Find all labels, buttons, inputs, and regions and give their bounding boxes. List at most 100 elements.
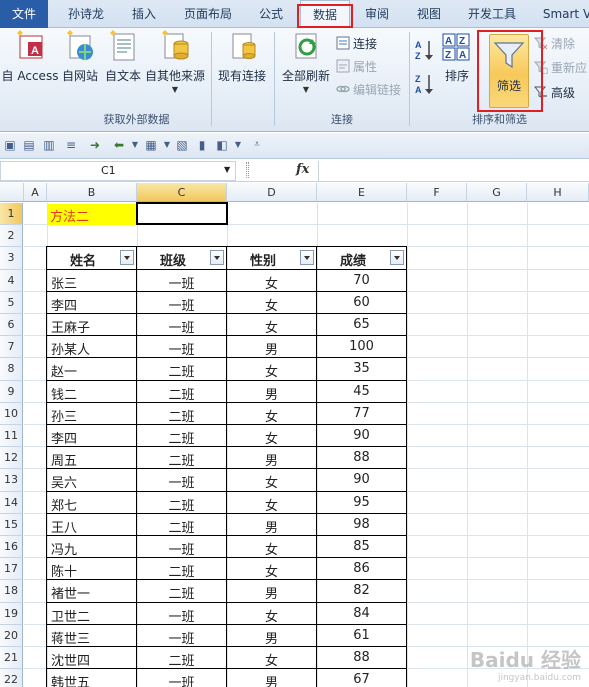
table-cell[interactable]: 二班 — [137, 450, 226, 469]
table-cell[interactable]: 67 — [317, 672, 406, 687]
row-header[interactable]: 19 — [0, 602, 23, 625]
row-header[interactable]: 18 — [0, 580, 23, 603]
table-cell[interactable]: 蒋世三 — [47, 628, 136, 647]
table-cell[interactable]: 冯九 — [47, 539, 136, 558]
table-cell[interactable]: 女 — [227, 561, 316, 580]
table-cell[interactable]: 周五 — [47, 450, 136, 469]
from-other-sources-button[interactable]: 自其他来源 ▼ — [144, 30, 206, 94]
row-header[interactable]: 16 — [0, 536, 23, 559]
table-cell[interactable]: 95 — [317, 495, 406, 510]
table-cell[interactable]: 女 — [227, 495, 316, 514]
table-cell[interactable]: 一班 — [137, 628, 226, 647]
table-cell[interactable]: 男 — [227, 672, 316, 687]
tab-user[interactable]: 孙诗龙 — [58, 0, 114, 28]
table-cell[interactable]: 一班 — [137, 606, 226, 625]
table-cell[interactable]: 女 — [227, 361, 316, 380]
row-header[interactable]: 8 — [0, 358, 23, 381]
table-cell[interactable]: 张三 — [47, 273, 136, 292]
filter-button[interactable]: 筛选 — [489, 34, 529, 108]
filter-dropdown-button[interactable] — [300, 250, 314, 266]
row-header[interactable]: 12 — [0, 447, 23, 470]
formula-input[interactable] — [318, 161, 589, 181]
table-cell[interactable]: 女 — [227, 295, 316, 314]
insert-function-icon[interactable]: fx — [296, 162, 309, 177]
chevron-down-icon[interactable]: ▼ — [224, 165, 230, 174]
table-cell[interactable]: 70 — [317, 273, 406, 288]
select-all-corner[interactable] — [0, 183, 24, 202]
paste-icon[interactable]: ▣ — [3, 138, 17, 152]
table-cell[interactable]: 二班 — [137, 406, 226, 425]
filter-dropdown-button[interactable] — [210, 250, 224, 266]
table-cell[interactable]: 男 — [227, 517, 316, 536]
row-header[interactable]: 9 — [0, 380, 23, 403]
table-cell[interactable]: 韩世五 — [47, 672, 136, 687]
table-cell[interactable]: 赵一 — [47, 361, 136, 380]
column-header-f[interactable]: F — [407, 183, 467, 202]
table-cell[interactable]: 61 — [317, 628, 406, 643]
table-cell[interactable]: 一班 — [137, 317, 226, 336]
table-cell[interactable]: 二班 — [137, 495, 226, 514]
table-cell[interactable]: 女 — [227, 317, 316, 336]
row-header[interactable]: 6 — [0, 314, 23, 337]
table-cell[interactable]: 二班 — [137, 428, 226, 447]
table-cell[interactable]: 90 — [317, 472, 406, 487]
table-cell[interactable]: 82 — [317, 583, 406, 598]
row-header[interactable]: 17 — [0, 558, 23, 581]
name-box[interactable]: C1 — [0, 161, 236, 181]
column-header-g[interactable]: G — [467, 183, 527, 202]
column-header-d[interactable]: D — [227, 183, 317, 202]
table-cell[interactable]: 88 — [317, 450, 406, 465]
table-cell[interactable]: 88 — [317, 650, 406, 665]
column-header-a[interactable]: A — [24, 183, 47, 202]
table-cell[interactable]: 二班 — [137, 517, 226, 536]
tab-smart-view[interactable]: Smart V — [537, 0, 589, 28]
table-cell[interactable]: 男 — [227, 583, 316, 602]
from-text-button[interactable]: 自文本 — [101, 30, 145, 84]
clear-filter-button[interactable]: 清除 — [533, 34, 575, 54]
cell-b1[interactable]: 方法二 — [50, 206, 89, 225]
table-cell[interactable]: 陈十 — [47, 561, 136, 580]
row-header[interactable]: 1 — [0, 203, 23, 226]
paste-special-icon[interactable]: ▤ — [22, 138, 36, 152]
sort-descending-button[interactable]: ZA — [414, 72, 436, 96]
advanced-filter-button[interactable]: 高级 — [533, 83, 575, 103]
row-header[interactable]: 3 — [0, 247, 23, 270]
tab-file[interactable]: 文件 — [0, 0, 48, 28]
table-cell[interactable]: 二班 — [137, 384, 226, 403]
table-cell[interactable]: 二班 — [137, 650, 226, 669]
edit-links-button[interactable]: 编辑链接 — [336, 80, 401, 100]
row-header[interactable]: 7 — [0, 336, 23, 359]
connections-button[interactable]: 连接 — [336, 34, 377, 54]
table-cell[interactable]: 沈世四 — [47, 650, 136, 669]
table-cell[interactable]: 二班 — [137, 561, 226, 580]
row-header[interactable]: 11 — [0, 425, 23, 448]
arrow-left-icon[interactable]: ⬅ — [112, 138, 126, 152]
table-cell[interactable]: 一班 — [137, 273, 226, 292]
table-cell[interactable]: 65 — [317, 317, 406, 332]
table-cell[interactable]: 王八 — [47, 517, 136, 536]
copy-icon[interactable]: ▥ — [42, 138, 56, 152]
table-cell[interactable]: 85 — [317, 539, 406, 554]
from-access-button[interactable]: A 自 Access — [0, 30, 60, 84]
table-cell[interactable]: 90 — [317, 428, 406, 443]
column-header-e[interactable]: E — [317, 183, 407, 202]
table-cell[interactable]: 二班 — [137, 583, 226, 602]
table-cell[interactable]: 男 — [227, 450, 316, 469]
existing-connections-button[interactable]: 现有连接 — [214, 30, 270, 84]
table-cell[interactable]: 孙三 — [47, 406, 136, 425]
chevron-down-icon[interactable]: ▼ — [231, 138, 245, 152]
table-cell[interactable]: 王麻子 — [47, 317, 136, 336]
table-cell[interactable]: 女 — [227, 406, 316, 425]
table-cell[interactable]: 一班 — [137, 672, 226, 687]
chevron-down-icon[interactable]: ▼ — [160, 138, 174, 152]
row-header[interactable]: 4 — [0, 269, 23, 292]
table-cell[interactable]: 84 — [317, 606, 406, 621]
tab-review[interactable]: 审阅 — [356, 0, 398, 28]
table-cell[interactable]: 男 — [227, 628, 316, 647]
tab-data[interactable]: 数据 — [300, 0, 350, 29]
chevron-down-icon[interactable]: ▼ — [128, 138, 142, 152]
table-cell[interactable]: 女 — [227, 606, 316, 625]
row-header[interactable]: 20 — [0, 624, 23, 647]
table-cell[interactable]: 褚世一 — [47, 583, 136, 602]
column-header-h[interactable]: H — [527, 183, 589, 202]
